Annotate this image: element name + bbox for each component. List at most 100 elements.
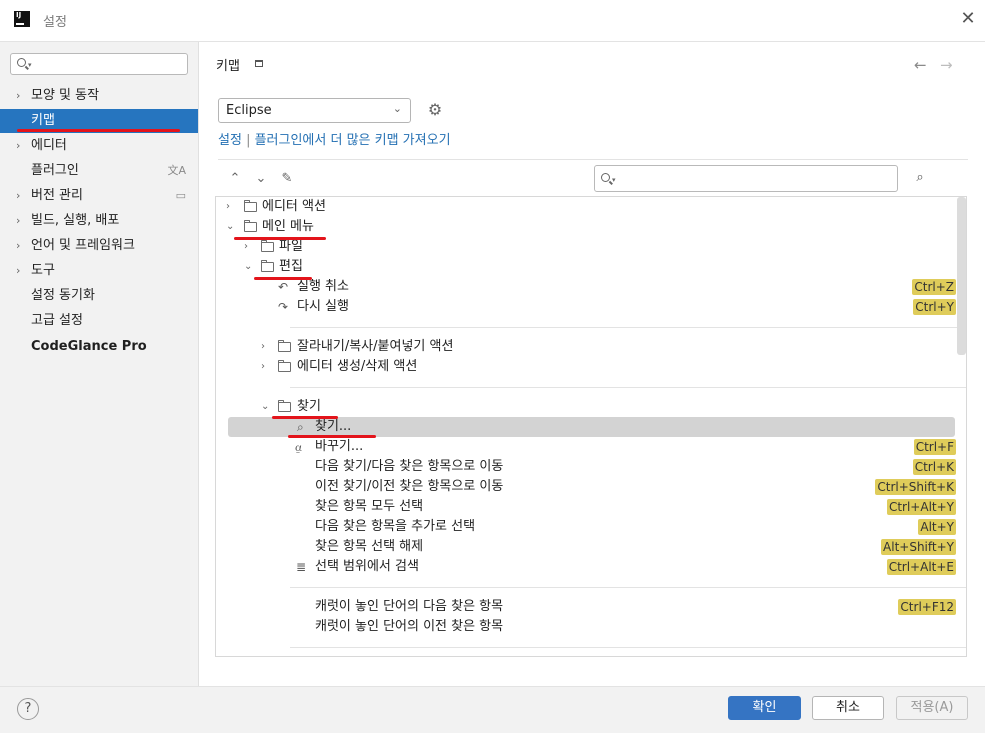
back-arrow-icon[interactable]: ← <box>914 56 927 74</box>
tree-scrollbar[interactable] <box>957 197 966 355</box>
keymap-tree: › 에디터 액션 ⌄ 메인 메뉴 › 파일 ⌄ 편집 ↶ 실행 취소 Ctrl+… <box>215 196 967 657</box>
chevron-down-icon: ⌄ <box>226 221 235 232</box>
tree-row[interactable]: 캐럿이 놓인 단어의 다음 찾은 항목 Ctrl+F12 <box>216 597 966 617</box>
sidebar-item-label: 언어 및 프레임워크 <box>31 238 135 253</box>
link-separator: | <box>246 133 251 148</box>
tree-row-label: 이전 찾기/이전 찾은 항목으로 이동 <box>315 479 504 494</box>
chevron-down-icon: ⌄ <box>392 102 402 115</box>
gear-icon[interactable]: ⚙ <box>426 101 444 119</box>
chevron-right-icon: › <box>244 241 248 252</box>
edit-pencil-icon[interactable]: ✎ <box>278 170 296 188</box>
shortcut-badge: Ctrl+Shift+K <box>875 479 956 495</box>
sidebar-item-label: 빌드, 실행, 배포 <box>31 213 120 228</box>
sidebar-item-label: 고급 설정 <box>31 313 83 328</box>
chevron-right-icon: › <box>261 341 265 352</box>
sidebar-item-advanced[interactable]: 고급 설정 <box>0 309 198 333</box>
tree-row-selected[interactable]: ⌕ 찾기... <box>216 417 966 437</box>
tree-row[interactable]: 다음 찾기/다음 찾은 항목으로 이동 Ctrl+K <box>216 457 966 477</box>
folder-icon <box>278 340 291 352</box>
page-title: 키맵 <box>216 59 240 74</box>
tree-search-input[interactable]: ▾ <box>594 165 898 192</box>
search-in-selection-icon: ≣ <box>296 560 307 574</box>
settings-link[interactable]: 설정 <box>218 133 242 148</box>
chevron-right-icon: › <box>16 139 21 152</box>
window-icon: ▭ <box>175 189 186 202</box>
search-icon <box>17 58 26 67</box>
annotation-underline <box>17 129 180 132</box>
forward-arrow-icon: → <box>940 56 953 74</box>
tree-row[interactable]: 이전 찾기/이전 찾은 항목으로 이동 Ctrl+Shift+K <box>216 477 966 497</box>
sidebar-search-input[interactable]: ▾ <box>10 53 188 75</box>
tree-row-label: 다시 실행 <box>297 299 349 314</box>
tree-row-label: 파일 <box>279 239 303 254</box>
sidebar-item-tools[interactable]: › 도구 <box>0 259 198 283</box>
sidebar-item-label: 버전 관리 <box>31 188 83 203</box>
sidebar-item-version-control[interactable]: › 버전 관리 ▭ <box>0 184 198 208</box>
chevron-right-icon: › <box>16 239 21 252</box>
cancel-button[interactable]: 취소 <box>812 696 884 720</box>
sidebar-item-languages[interactable]: › 언어 및 프레임워크 <box>0 234 198 258</box>
help-button[interactable]: ? <box>17 698 39 720</box>
chevron-down-icon: ⌄ <box>261 401 270 412</box>
redo-icon: ↷ <box>278 300 289 314</box>
tree-row-label: 에디터 액션 <box>262 199 326 214</box>
replace-icon: ⍶ <box>295 440 303 454</box>
apply-button[interactable]: 적용(A) <box>896 696 968 720</box>
tree-row[interactable]: › 에디터 액션 <box>216 197 966 217</box>
sidebar-item-settings-sync[interactable]: 설정 동기화 <box>0 284 198 308</box>
sidebar-item-appearance[interactable]: › 모양 및 동작 <box>0 84 198 108</box>
tree-row[interactable]: ⌄ 편집 <box>216 257 966 277</box>
sidebar-item-plugins[interactable]: 플러그인 文A <box>0 159 198 183</box>
tree-row[interactable]: 다음 찾은 항목을 추가로 선택 Alt+Y <box>216 517 966 537</box>
get-more-keymaps-link[interactable]: 플러그인에서 더 많은 키맵 가져오기 <box>255 133 451 148</box>
tree-row[interactable]: ↷ 다시 실행 Ctrl+Y <box>216 297 966 317</box>
sidebar: ▾ › 모양 및 동작 키맵 › 에디터 플러그인 文A › 버전 관리 ▭ ›… <box>0 42 199 686</box>
tree-row-label: 바꾸기... <box>315 439 364 454</box>
tree-row[interactable]: ⌄ 찾기 <box>216 397 966 417</box>
tree-row-label: 잘라내기/복사/붙여넣기 액션 <box>297 339 454 354</box>
folder-icon <box>278 360 291 372</box>
tree-row[interactable]: ≣ 선택 범위에서 검색 Ctrl+Alt+E <box>216 557 966 577</box>
tree-row-label: 다음 찾기/다음 찾은 항목으로 이동 <box>315 459 504 474</box>
tree-row[interactable]: › 파일 <box>216 237 966 257</box>
expand-all-icon[interactable]: ⌃ <box>226 170 244 188</box>
tree-row-label: 실행 취소 <box>297 279 349 294</box>
keymap-select[interactable]: Eclipse ⌄ <box>218 98 411 123</box>
undo-icon: ↶ <box>278 280 289 294</box>
tree-row[interactable]: › 에디터 생성/삭제 액션 <box>216 357 966 377</box>
shortcut-badge: Ctrl+F12 <box>898 599 956 615</box>
shortcut-badge: Alt+Y <box>918 519 956 535</box>
sidebar-item-codeglance[interactable]: CodeGlance Pro <box>0 335 198 359</box>
sidebar-item-label: 모양 및 동작 <box>31 88 100 103</box>
sidebar-item-label: 플러그인 <box>31 163 79 178</box>
tree-row[interactable]: 캐럿이 놓인 단어의 이전 찾은 항목 <box>216 617 966 637</box>
sidebar-item-editor[interactable]: › 에디터 <box>0 134 198 158</box>
tree-row[interactable]: 찾은 항목 선택 해제 Alt+Shift+Y <box>216 537 966 557</box>
chevron-right-icon: › <box>261 361 265 372</box>
ok-button[interactable]: 확인 <box>728 696 801 720</box>
shortcut-badge: Alt+Shift+Y <box>881 539 956 555</box>
shortcut-badge: Ctrl+Alt+E <box>886 559 956 575</box>
shortcut-badge: Ctrl+Y <box>913 299 956 315</box>
chevron-right-icon: › <box>16 214 21 227</box>
find-by-shortcut-icon[interactable]: ⌕ <box>911 170 929 188</box>
shortcut-badge: Ctrl+F <box>913 439 956 455</box>
divider <box>218 159 968 160</box>
tree-row-label: 찾은 항목 선택 해제 <box>315 539 424 554</box>
tree-row-label: 다음 찾은 항목을 추가로 선택 <box>315 519 476 534</box>
tree-row-label: 선택 범위에서 검색 <box>315 559 419 574</box>
sidebar-item-build[interactable]: › 빌드, 실행, 배포 <box>0 209 198 233</box>
tree-row[interactable]: ⌄ 메인 메뉴 <box>216 217 966 237</box>
close-icon[interactable]: ✕ <box>960 10 976 28</box>
tree-row[interactable]: ↶ 실행 취소 Ctrl+Z <box>216 277 966 297</box>
title-bar <box>0 0 985 42</box>
tree-row[interactable]: › 잘라내기/복사/붙여넣기 액션 <box>216 337 966 357</box>
tree-row-label: 편집 <box>279 259 303 274</box>
chevron-right-icon: › <box>16 264 21 277</box>
collapse-all-icon[interactable]: ⌄ <box>252 170 270 188</box>
window-title: 설정 <box>43 15 67 30</box>
tree-row[interactable]: ⍶ 바꾸기... Ctrl+F <box>216 437 966 457</box>
tree-row-label: 캐럿이 놓인 단어의 다음 찾은 항목 <box>315 599 504 614</box>
chevron-down-icon: ⌄ <box>244 261 253 272</box>
tree-row[interactable]: 찾은 항목 모두 선택 Ctrl+Alt+Y <box>216 497 966 517</box>
